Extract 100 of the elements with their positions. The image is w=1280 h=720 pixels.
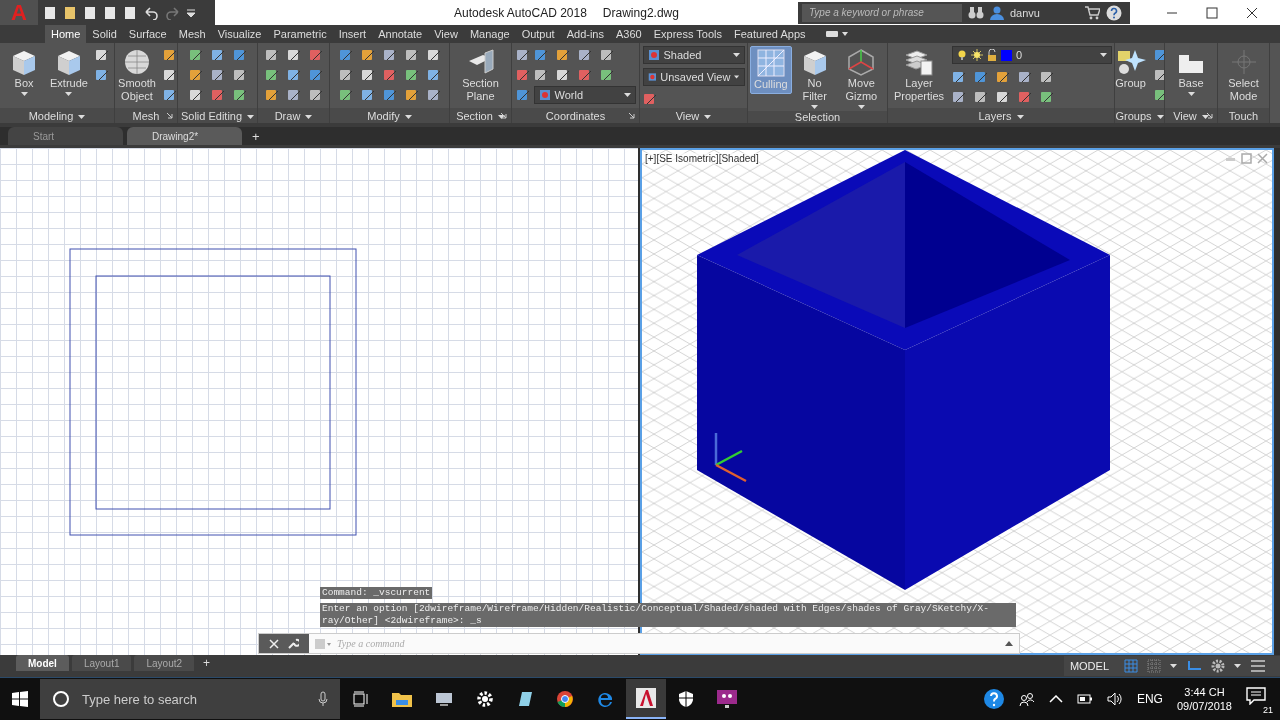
ribbon-button[interactable]: Base <box>1172 46 1210 98</box>
sun-icon[interactable] <box>971 49 983 61</box>
tool-icon[interactable] <box>188 88 203 102</box>
tool-icon[interactable] <box>94 48 109 62</box>
tool-icon[interactable] <box>338 88 353 102</box>
tool-icon[interactable] <box>308 68 323 82</box>
app-icon[interactable] <box>434 691 454 707</box>
shield-icon[interactable] <box>678 690 694 708</box>
search-bar[interactable]: Type here to search <box>40 679 340 719</box>
ribbon-tab[interactable]: Featured Apps <box>727 25 812 43</box>
ribbon-toggle-icon[interactable] <box>825 30 848 38</box>
search-field[interactable]: Type here to search <box>80 690 308 708</box>
lock-icon[interactable] <box>987 49 997 61</box>
microphone-icon[interactable] <box>318 691 328 707</box>
tool-icon[interactable] <box>515 48 530 62</box>
ribbon-button[interactable]: Select Mode <box>1220 46 1267 105</box>
tool-icon[interactable] <box>338 48 353 62</box>
layout-tab[interactable]: Layout1 <box>71 655 132 671</box>
windows-icon[interactable] <box>12 691 28 707</box>
dropdown[interactable]: World <box>533 86 636 104</box>
ribbon-tab[interactable]: Home <box>45 25 87 43</box>
undo-icon[interactable] <box>142 5 160 20</box>
tool-icon[interactable] <box>515 68 530 82</box>
ribbon-button[interactable]: Box <box>5 46 44 98</box>
layout-tab[interactable]: Layout2 <box>134 655 195 671</box>
tool-icon[interactable] <box>952 70 966 84</box>
ribbon-button[interactable]: Group <box>1115 46 1150 92</box>
tool-icon[interactable] <box>642 92 657 106</box>
tool-icon[interactable] <box>426 48 441 62</box>
notepad-icon[interactable] <box>516 690 534 708</box>
tool-icon[interactable] <box>264 88 279 102</box>
user-name[interactable]: danvu <box>1010 6 1078 19</box>
tool-icon[interactable] <box>308 88 323 102</box>
binoculars-icon[interactable] <box>968 5 984 20</box>
command-bar[interactable]: Type a command <box>309 634 1019 653</box>
ribbon-button[interactable]: Layer Properties <box>890 46 948 105</box>
dialog-launcher-icon[interactable] <box>628 112 635 119</box>
tool-icon[interactable] <box>577 68 592 82</box>
new-tab-button[interactable]: + <box>246 127 266 145</box>
ribbon-tab[interactable]: Insert <box>332 25 373 43</box>
ribbon-tab[interactable]: Express Tools <box>647 25 728 43</box>
tool-icon[interactable] <box>210 48 225 62</box>
chrome-icon[interactable] <box>556 690 574 708</box>
tool-icon[interactable] <box>533 48 548 62</box>
tool-icon[interactable] <box>426 88 441 102</box>
tool-icon[interactable] <box>338 68 353 82</box>
ribbon-tab[interactable]: View <box>428 25 464 43</box>
file-tab[interactable]: Drawing2* <box>127 127 242 145</box>
dropdown[interactable]: Shaded <box>642 46 745 64</box>
tool-icon[interactable] <box>382 88 397 102</box>
tool-icon[interactable] <box>360 88 375 102</box>
tool-icon[interactable] <box>360 68 375 82</box>
ribbon-button[interactable]: Smooth Object <box>115 46 159 105</box>
ribbon-button[interactable]: Section Plane <box>452 46 509 105</box>
tool-icon[interactable] <box>94 68 109 82</box>
ribbon-button[interactable]: Extrude <box>47 46 91 98</box>
ribbon-button[interactable]: Move Gizmo <box>837 46 885 111</box>
tool-icon[interactable] <box>210 88 225 102</box>
people-icon[interactable] <box>1018 692 1035 706</box>
file-tab[interactable]: Start <box>8 127 123 145</box>
panel-title[interactable]: Layers <box>978 109 1012 122</box>
tool-icon[interactable] <box>308 48 323 62</box>
ribbon-tab[interactable]: Visualize <box>211 25 268 43</box>
tool-icon[interactable] <box>232 88 247 102</box>
tool-icon[interactable] <box>286 88 301 102</box>
ribbon-tab[interactable]: Annotate <box>372 25 429 43</box>
autocad-icon[interactable] <box>636 688 656 708</box>
clock-date[interactable]: 09/07/2018 <box>1176 699 1232 713</box>
tool-icon[interactable] <box>1153 68 1164 82</box>
ribbon-tab[interactable]: A360 <box>609 25 648 43</box>
tool-icon[interactable] <box>577 48 592 62</box>
close-icon[interactable] <box>1246 6 1258 19</box>
dialog-launcher-icon[interactable] <box>1206 112 1213 119</box>
layer-dropdown[interactable]: 0 <box>952 46 1112 64</box>
language-indicator[interactable]: ENG <box>1136 692 1163 706</box>
tool-icon[interactable] <box>162 48 177 62</box>
tool-icon[interactable] <box>1040 90 1054 104</box>
tool-icon[interactable] <box>974 70 988 84</box>
settings-icon[interactable] <box>1211 659 1225 673</box>
ribbon-tab[interactable]: Parametric <box>267 25 333 43</box>
tool-icon[interactable] <box>996 90 1010 104</box>
tool-icon[interactable] <box>162 68 177 82</box>
tool-icon[interactable] <box>404 68 419 82</box>
tool-icon[interactable] <box>599 48 614 62</box>
tool-icon[interactable] <box>382 48 397 62</box>
viewport-label[interactable]: [+][SE Isometric][Shaded] <box>645 153 759 164</box>
tool-icon[interactable] <box>974 90 988 104</box>
maximize-icon[interactable] <box>1206 6 1218 19</box>
tool-icon[interactable] <box>1018 70 1032 84</box>
tool-icon[interactable] <box>360 48 375 62</box>
browser-icon[interactable] <box>596 690 614 708</box>
circle-icon[interactable] <box>52 690 70 708</box>
tool-icon[interactable] <box>264 48 279 62</box>
tool-icon[interactable] <box>188 68 203 82</box>
help-icon[interactable] <box>982 688 1005 710</box>
model-space-button[interactable]: MODEL <box>1063 660 1115 672</box>
task-view-icon[interactable] <box>352 691 370 707</box>
tool-icon[interactable] <box>264 68 279 82</box>
tool-icon[interactable] <box>404 88 419 102</box>
tool-icon[interactable] <box>599 68 614 82</box>
